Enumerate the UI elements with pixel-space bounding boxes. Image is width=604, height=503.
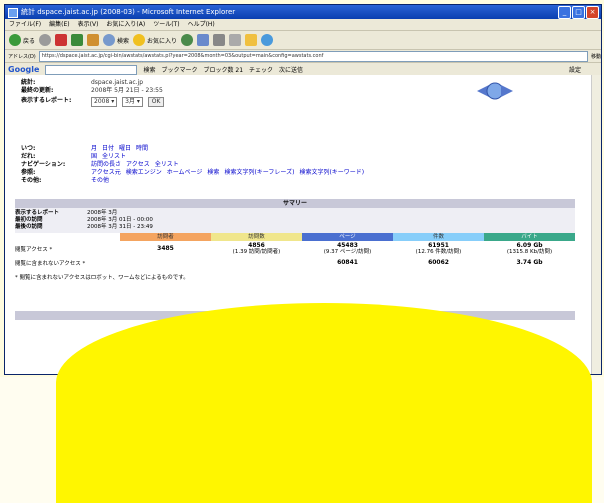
col-hits: 件数: [393, 233, 484, 241]
link-search-engine[interactable]: 検索エンジン: [126, 169, 162, 176]
stop-icon: [55, 34, 68, 46]
print-button[interactable]: [213, 34, 226, 46]
print-icon: [213, 34, 226, 46]
search-icon: [103, 34, 116, 46]
google-bookmark-button[interactable]: ブックマーク: [161, 65, 197, 74]
address-input[interactable]: https://dspace.jaist.ac.jp/cgi-bin/awsta…: [38, 50, 588, 62]
decorative-yellow-arc: [56, 303, 592, 503]
site-label: 統計:: [21, 79, 36, 86]
refresh-icon: [71, 34, 84, 46]
address-bar: アドレス(D) https://dspace.jaist.ac.jp/cgi-b…: [5, 50, 601, 63]
ok-button[interactable]: OK: [147, 97, 165, 107]
link-homepage[interactable]: ホームページ: [167, 169, 203, 176]
home-button[interactable]: [87, 34, 100, 46]
ie-icon: [8, 8, 18, 18]
title-bar: 統計 dspace.jaist.ac.jp (2008-03) - Micros…: [5, 5, 601, 19]
summary-section: サマリー 表示するレポート 2008年 3月 最初の訪問 2008年 3月 01日 …: [15, 199, 575, 281]
col-visits: 訪問数: [211, 233, 302, 241]
summary-note: * 閲覧に含まれないアクセスはロボット、ワームなどによるものです。: [15, 275, 189, 281]
back-button[interactable]: 戻る: [9, 34, 35, 46]
favorites-button[interactable]: お気に入り: [133, 34, 177, 46]
search-button[interactable]: 検索: [103, 34, 129, 46]
month-select[interactable]: 3月 ▾: [122, 97, 143, 107]
google-search-button[interactable]: 検索: [143, 65, 155, 74]
toolbar: 戻る 検索 お気に入り: [5, 31, 601, 50]
google-send-button[interactable]: 次に送信: [279, 65, 303, 74]
history-button[interactable]: [181, 34, 194, 46]
link-referer[interactable]: アクセス元: [91, 169, 121, 176]
menu-favorites[interactable]: お気に入り(A): [106, 19, 145, 30]
link-other[interactable]: その他: [91, 177, 109, 184]
link-all-list[interactable]: 全リスト: [102, 153, 126, 160]
link-keyword[interactable]: 検索文字列(キーワード): [299, 169, 364, 176]
star-icon: [133, 34, 146, 46]
link-date[interactable]: 日付: [102, 145, 114, 152]
history-icon: [181, 34, 194, 46]
link-keyphrase[interactable]: 検索文字列(キーフレーズ): [224, 169, 294, 176]
window-title: 統計 dspace.jaist.ac.jp (2008-03) - Micros…: [21, 8, 236, 16]
updated-value: 2008年 5月 21日 - 23:55: [91, 87, 163, 94]
link-country[interactable]: 国: [91, 153, 97, 160]
address-label: アドレス(D): [8, 53, 36, 60]
link-visit-duration[interactable]: 訪問の長さ: [91, 161, 121, 168]
col-visitors: 訪問者: [120, 233, 211, 241]
vertical-scrollbar[interactable]: [591, 75, 601, 374]
forward-button[interactable]: [39, 34, 52, 46]
mail-button[interactable]: [197, 34, 210, 46]
back-arrow-icon: [9, 34, 21, 46]
google-settings-button[interactable]: 設定: [569, 65, 581, 74]
edit-icon: [229, 34, 242, 46]
menu-edit[interactable]: 編集(E): [49, 19, 69, 30]
col-pages: ページ: [302, 233, 393, 241]
site-value: dspace.jaist.ac.jp: [91, 79, 144, 86]
google-logo: Google: [8, 65, 40, 74]
messenger-button[interactable]: [261, 34, 274, 46]
link-search[interactable]: 検索: [207, 169, 219, 176]
menu-file[interactable]: ファイル(F): [9, 19, 41, 30]
messenger-icon: [261, 34, 274, 46]
go-button[interactable]: 移動: [591, 53, 601, 60]
year-select[interactable]: 2008 ▾: [91, 97, 118, 107]
minimize-button[interactable]: _: [558, 6, 571, 19]
google-check-button[interactable]: チェック: [249, 65, 273, 74]
menu-view[interactable]: 表示(V): [78, 19, 99, 30]
google-popup-blocker[interactable]: ブロック数 21: [203, 65, 243, 74]
link-weekday[interactable]: 曜日: [119, 145, 131, 152]
menu-bar: ファイル(F) 編集(E) 表示(V) お気に入り(A) ツール(T) ヘルプ(…: [5, 19, 601, 31]
report-label: 表示するレポート:: [21, 97, 72, 104]
refresh-button[interactable]: [71, 34, 84, 46]
stop-button[interactable]: [55, 34, 68, 46]
menu-help[interactable]: ヘルプ(H): [188, 19, 215, 30]
col-bytes: バイト: [484, 233, 575, 241]
folder-icon: [245, 34, 258, 46]
maximize-button[interactable]: □: [572, 6, 585, 19]
link-access[interactable]: アクセス: [126, 161, 150, 168]
home-icon: [87, 34, 100, 46]
menu-tools[interactable]: ツール(T): [153, 19, 179, 30]
table-row: 閲覧アクセス * 3485 4856 (1.39 訪問/訪問者) 45483 (9.…: [15, 242, 553, 256]
slide-background: 統計 dspace.jaist.ac.jp (2008-03) - Micros…: [0, 0, 604, 503]
summary-columns: 訪問者 訪問数 ページ 件数 バイト: [120, 233, 575, 241]
forward-arrow-icon: [39, 34, 52, 46]
summary-title: サマリー: [15, 199, 575, 208]
folder-button[interactable]: [245, 34, 258, 46]
link-hour[interactable]: 時間: [136, 145, 148, 152]
mail-icon: [197, 34, 210, 46]
awstats-logo-icon: [477, 82, 513, 100]
close-button[interactable]: ×: [586, 6, 599, 19]
updated-label: 最終の更新:: [21, 87, 54, 94]
link-all-list-2[interactable]: 全リスト: [155, 161, 179, 168]
edit-button[interactable]: [229, 34, 242, 46]
google-search-input[interactable]: [45, 64, 138, 75]
table-row: 閲覧に含まれないアクセス * 60841 60062 3.74 Gb: [15, 259, 543, 268]
nav-links: いつ: 月日付 曜日 時間 だれ: 国全リスト ナビゲーション: 訪問の長さ アクセス…: [21, 145, 365, 184]
link-month[interactable]: 月: [91, 145, 97, 152]
